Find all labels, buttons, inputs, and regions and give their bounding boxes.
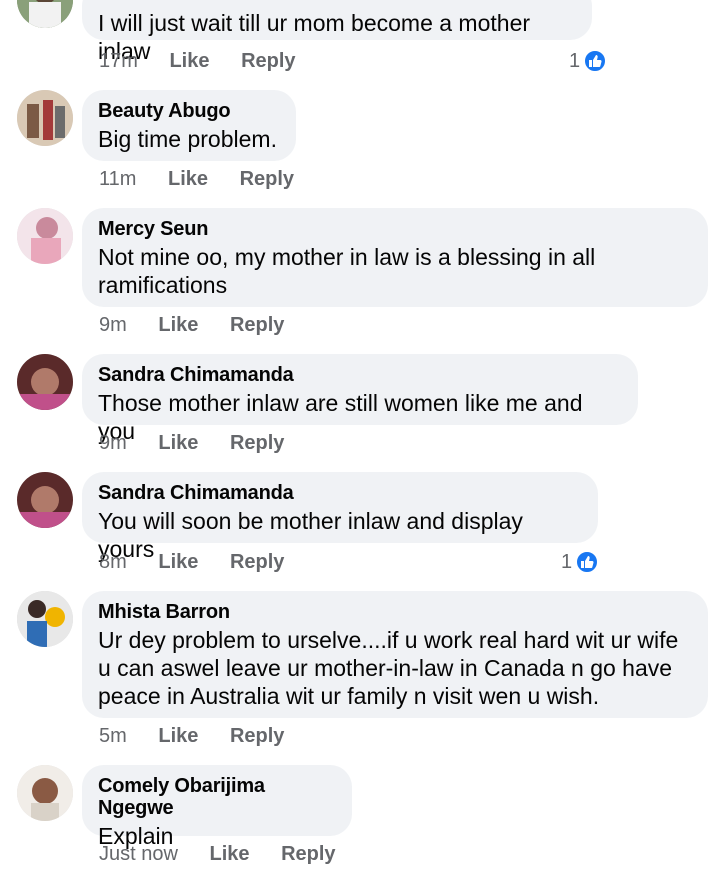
comment-bubble: I will just wait till ur mom become a mo… <box>82 0 592 64</box>
reply-link[interactable]: Reply <box>281 842 335 866</box>
comment-actions: 5m Like Reply <box>99 724 310 748</box>
comment-author[interactable]: Sandra Chimamanda <box>98 482 582 504</box>
avatar[interactable] <box>17 90 73 146</box>
avatar[interactable] <box>17 354 73 410</box>
avatar[interactable] <box>17 765 73 821</box>
comment-timestamp[interactable]: Just now <box>99 842 178 866</box>
reply-link[interactable]: Reply <box>230 550 284 574</box>
comment-text: Ur dey problem to urselve....if u work r… <box>98 627 679 709</box>
comment-bubble: Beauty Abugo Big time problem. <box>82 90 296 161</box>
comment-actions: 11m Like Reply <box>99 167 320 191</box>
comment-timestamp[interactable]: 17m <box>99 49 138 73</box>
like-thumbs-up-icon <box>575 550 600 574</box>
comment-actions: 9m Like Reply <box>99 313 310 337</box>
like-thumbs-up-icon <box>583 49 608 73</box>
comment-timestamp[interactable]: 9m <box>99 313 127 337</box>
comment-text: Big time problem. <box>98 126 277 152</box>
comment-author[interactable]: Mhista Barron <box>98 601 692 623</box>
reaction-count-number: 1 <box>561 551 573 573</box>
avatar[interactable] <box>17 0 73 28</box>
reply-link[interactable]: Reply <box>240 167 294 191</box>
reply-link[interactable]: Reply <box>230 313 284 337</box>
comment-timestamp[interactable]: 11m <box>99 167 136 191</box>
comment-actions: 8m Like Reply <box>99 550 310 574</box>
like-link[interactable]: Like <box>169 49 209 73</box>
comment-bubble: Comely Obarijima Ngegwe Explain <box>82 765 352 849</box>
avatar[interactable] <box>17 208 73 264</box>
like-link[interactable]: Like <box>168 167 208 191</box>
comment-actions: 9m Like Reply <box>99 431 310 455</box>
reply-link[interactable]: Reply <box>241 49 295 73</box>
reaction-count[interactable]: 1 <box>569 49 608 73</box>
like-link[interactable]: Like <box>158 724 198 748</box>
comment-actions: Just now Like Reply <box>99 842 362 866</box>
avatar[interactable] <box>17 472 73 528</box>
comment-actions: 17m Like Reply <box>99 49 322 73</box>
like-link[interactable]: Like <box>158 550 198 574</box>
comment-author[interactable]: Comely Obarijima Ngegwe <box>98 775 336 819</box>
comment-bubble: Mercy Seun Not mine oo, my mother in law… <box>82 208 708 307</box>
comment-timestamp[interactable]: 5m <box>99 724 127 748</box>
comment-author[interactable]: Sandra Chimamanda <box>98 364 622 386</box>
reaction-count[interactable]: 1 <box>561 550 600 574</box>
comment-author[interactable]: Beauty Abugo <box>98 100 280 122</box>
reply-link[interactable]: Reply <box>230 724 284 748</box>
comment-bubble: Sandra Chimamanda You will soon be mothe… <box>82 472 598 562</box>
like-link[interactable]: Like <box>210 842 250 866</box>
avatar[interactable] <box>17 591 73 647</box>
comment-timestamp[interactable]: 9m <box>99 431 127 455</box>
comment-text: Not mine oo, my mother in law is a bless… <box>98 244 596 298</box>
comment-author[interactable]: Mercy Seun <box>98 218 692 240</box>
comment-bubble: Mhista Barron Ur dey problem to urselve.… <box>82 591 708 718</box>
reply-link[interactable]: Reply <box>230 431 284 455</box>
like-link[interactable]: Like <box>158 431 198 455</box>
like-link[interactable]: Like <box>158 313 198 337</box>
comment-timestamp[interactable]: 8m <box>99 550 127 574</box>
reaction-count-number: 1 <box>569 50 581 72</box>
comment-bubble: Sandra Chimamanda Those mother inlaw are… <box>82 354 638 444</box>
